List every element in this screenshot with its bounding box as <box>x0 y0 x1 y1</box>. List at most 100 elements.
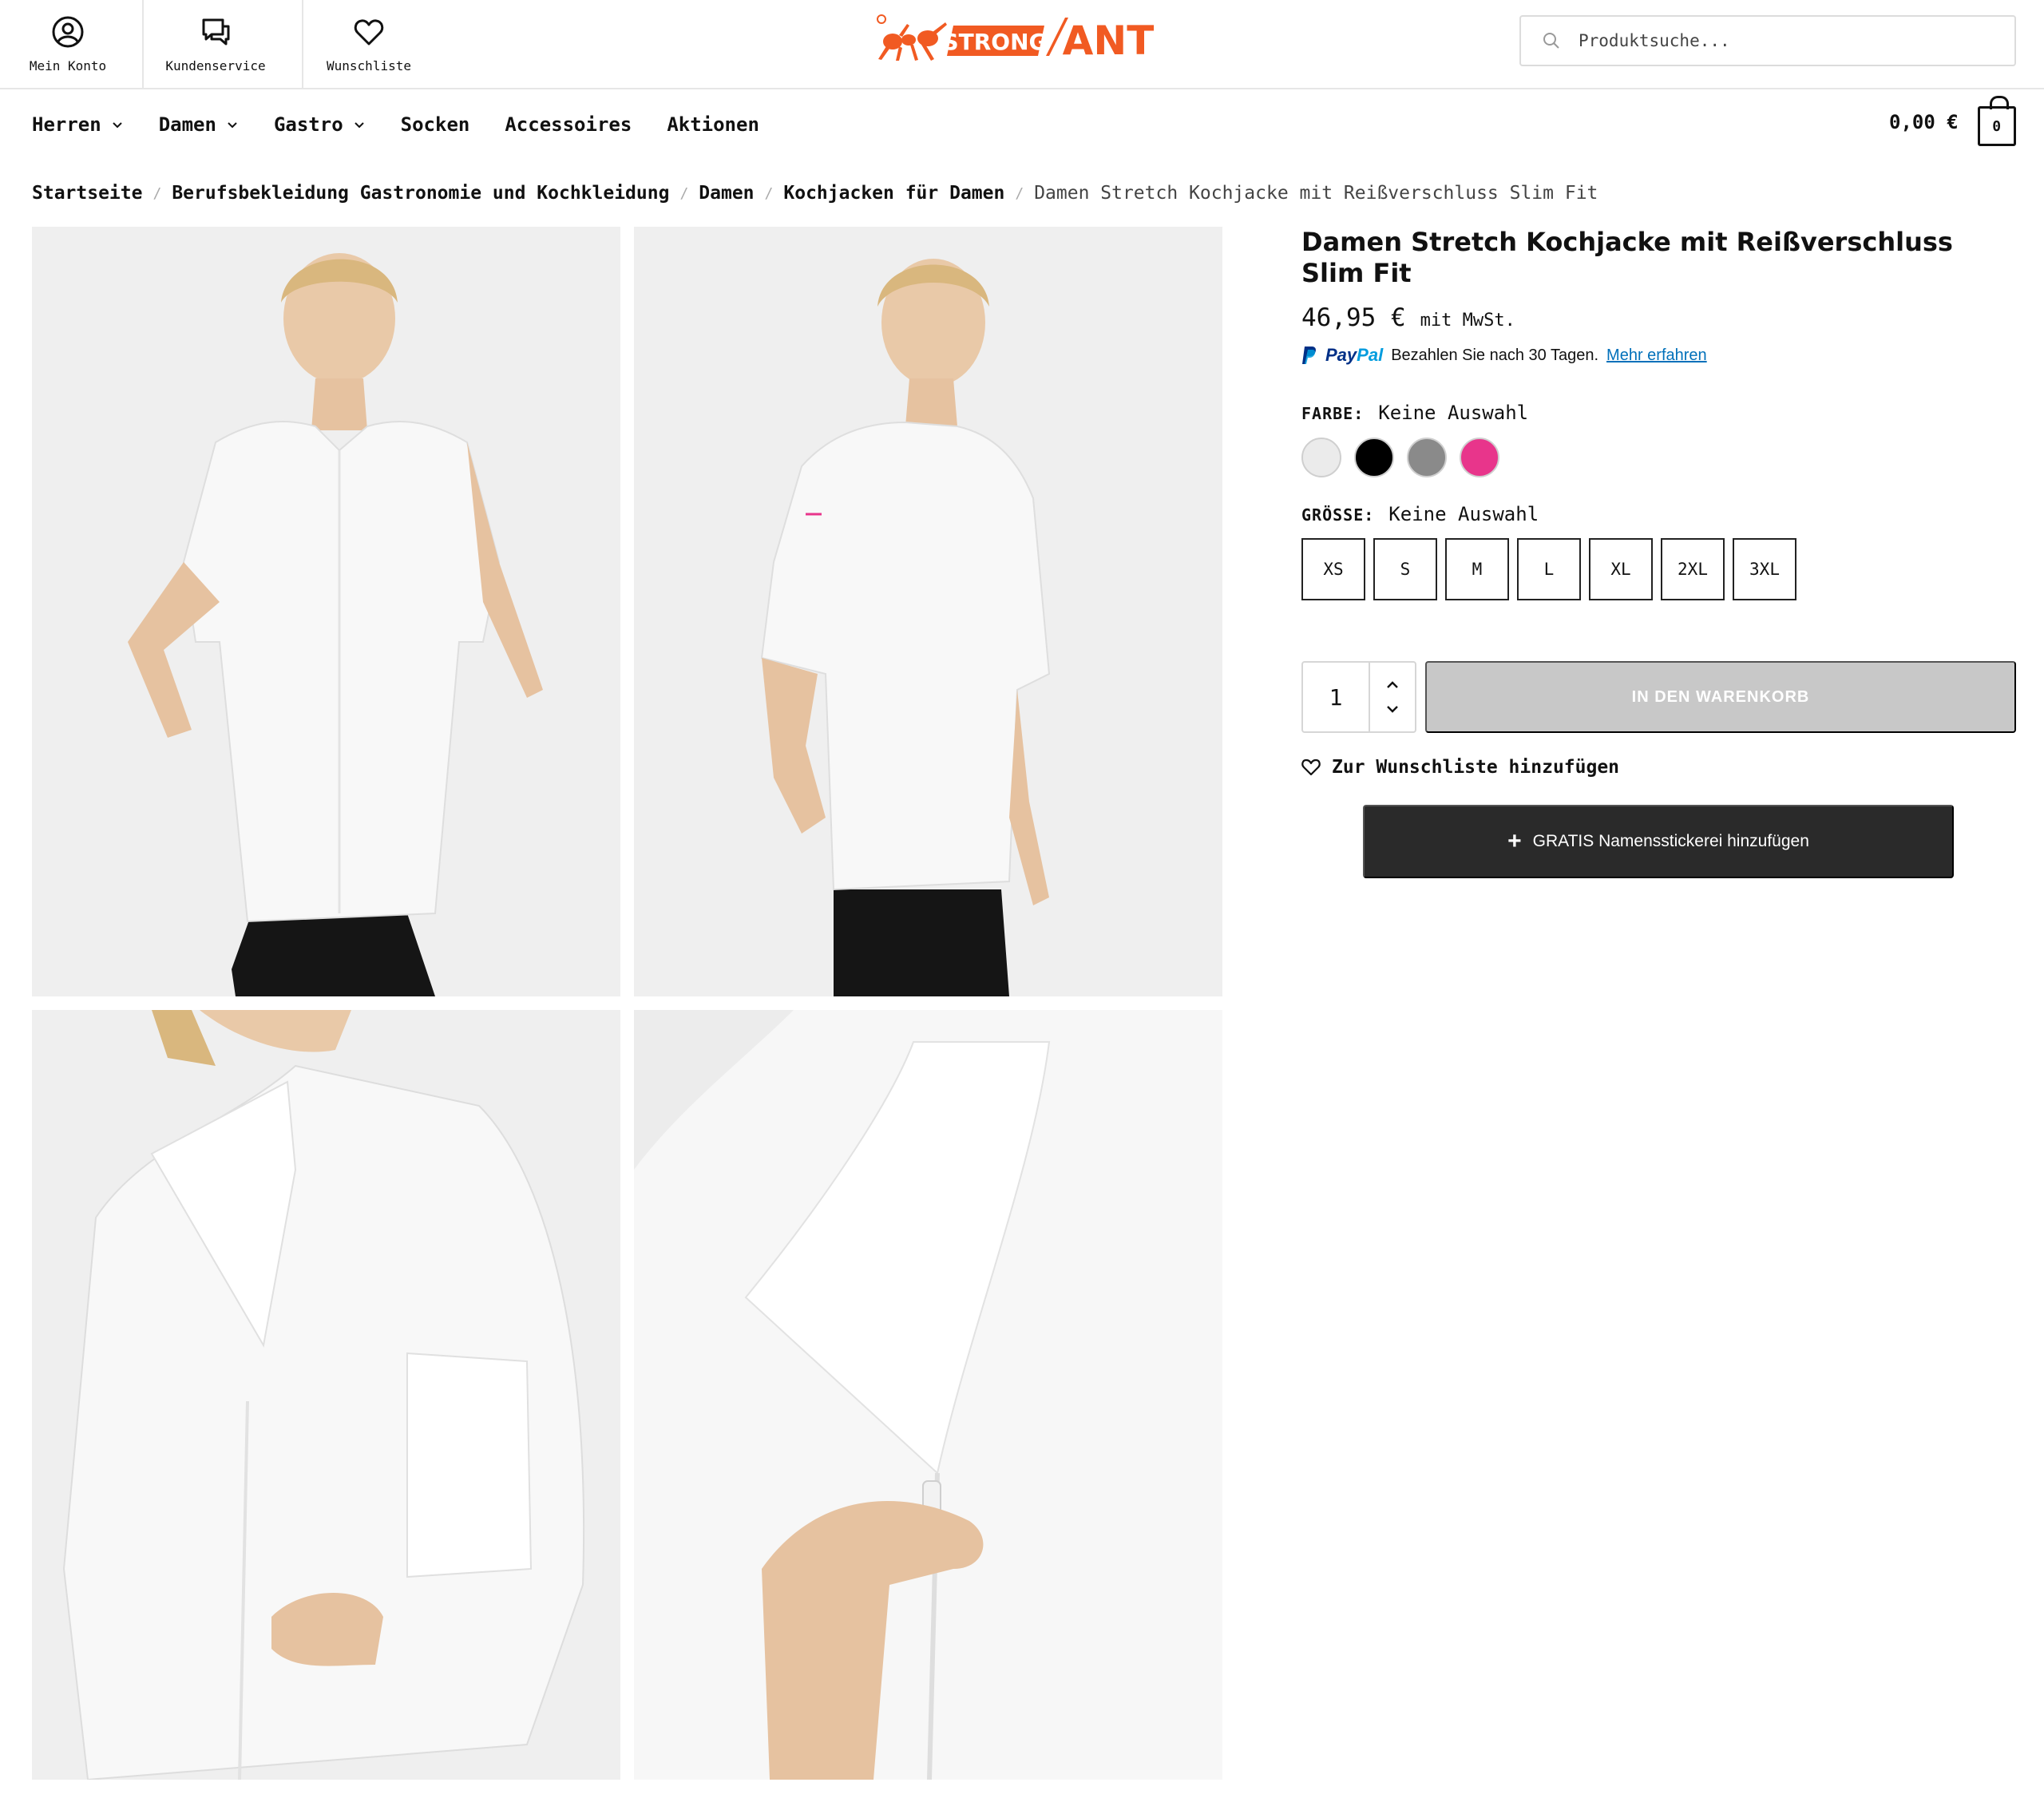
product-price: 46,95 € mit MwSt. <box>1301 303 1515 332</box>
cart-total: 0,00 € <box>1889 111 1959 133</box>
collar-closeup-photo <box>32 1010 620 1780</box>
tax-note: mit MwSt. <box>1420 311 1515 331</box>
customer-service-link[interactable]: Kundenservice <box>156 0 275 88</box>
nav-item-label: Damen <box>158 113 216 136</box>
add-to-wishlist-link[interactable]: Zur Wunschliste hinzufügen <box>1301 757 1619 778</box>
size-option-3xl[interactable]: 3XL <box>1733 538 1796 600</box>
color-selection: Keine Auswahl <box>1378 402 1529 424</box>
search-icon <box>1543 33 1559 49</box>
side-view-photo <box>634 227 1222 996</box>
quantity-arrows <box>1370 663 1415 731</box>
cart-bag-icon: 0 <box>1977 96 2016 146</box>
size-option-xl[interactable]: XL <box>1589 538 1653 600</box>
add-embroidery-button[interactable]: + GRATIS Namensstickerei hinzufügen <box>1363 805 1954 878</box>
product-title: Damen Stretch Kochjacke mit Reißverschlu… <box>1301 227 1953 288</box>
breadcrumb-separator: / <box>1015 184 1024 202</box>
chat-bubbles-icon <box>202 18 230 45</box>
header-divider <box>142 0 144 88</box>
search-input[interactable] <box>1579 31 1994 50</box>
swatch-black[interactable] <box>1354 438 1394 477</box>
color-swatches <box>1301 438 1499 477</box>
size-option-l[interactable]: L <box>1517 538 1581 600</box>
chevron-down-icon <box>112 122 122 129</box>
header-divider <box>302 0 303 88</box>
nav-item-gastro[interactable]: Gastro <box>274 113 366 136</box>
breadcrumb-link-kochjacken[interactable]: Kochjacken für Damen <box>783 183 1004 204</box>
front-view-photo <box>32 227 620 996</box>
strongant-logo-graphic: STRONG ANT <box>877 14 1155 64</box>
nav-item-accessoires[interactable]: Accessoires <box>505 113 632 136</box>
breadcrumb-link-gastronomie[interactable]: Berufsbekleidung Gastronomie und Kochkle… <box>172 183 669 204</box>
breadcrumb-separator: / <box>764 184 774 202</box>
swatch-pink[interactable] <box>1460 438 1499 477</box>
product-photo-collar[interactable] <box>32 1010 620 1780</box>
heart-icon <box>354 18 384 45</box>
paypal-learn-more-link[interactable]: Mehr erfahren <box>1606 347 1707 365</box>
add-embroidery-label: GRATIS Namensstickerei hinzufügen <box>1532 832 1809 850</box>
heart-icon <box>1301 758 1321 776</box>
my-account-link[interactable]: Mein Konto <box>24 0 112 88</box>
top-header: Mein Konto Kundenservice Wunschliste STR… <box>0 0 2044 89</box>
size-option-m[interactable]: M <box>1445 538 1509 600</box>
nav-item-aktionen[interactable]: Aktionen <box>667 113 759 136</box>
size-options: XS S M L XL 2XL 3XL <box>1301 538 1796 600</box>
wishlist-link[interactable]: Wunschliste <box>319 0 418 88</box>
customer-service-label: Kundenservice <box>165 57 266 73</box>
paypal-icon <box>1302 347 1316 364</box>
breadcrumb-separator: / <box>679 184 689 202</box>
swatch-grey[interactable] <box>1407 438 1447 477</box>
price-amount: 46,95 € <box>1301 303 1406 332</box>
user-circle-icon <box>52 16 84 47</box>
product-page: Mein Konto Kundenservice Wunschliste STR… <box>0 0 2044 1810</box>
product-search[interactable] <box>1519 15 2016 66</box>
size-option-s[interactable]: S <box>1373 538 1437 600</box>
paypal-message: PayPal Bezahlen Sie nach 30 Tagen. Mehr … <box>1301 345 1707 366</box>
breadcrumb-link-startseite[interactable]: Startseite <box>32 183 142 204</box>
breadcrumb-link-damen[interactable]: Damen <box>699 183 754 204</box>
svg-text:STRONG: STRONG <box>942 29 1047 55</box>
nav-item-label: Gastro <box>273 113 343 136</box>
nav-item-damen[interactable]: Damen <box>159 113 239 136</box>
size-option-xs[interactable]: XS <box>1301 538 1365 600</box>
plus-icon: + <box>1507 828 1522 854</box>
product-photo-side[interactable] <box>634 227 1222 996</box>
mini-cart[interactable]: 0,00 € 0 <box>1889 96 2016 146</box>
main-nav: Herren Damen Gastro Socken Accessoires A… <box>32 109 759 141</box>
strongant-logo[interactable]: STRONG ANT <box>875 14 1172 64</box>
size-label-row: GRÖSSE: Keine Auswahl <box>1301 503 1539 525</box>
quantity-value[interactable]: 1 <box>1303 663 1370 731</box>
my-account-label: Mein Konto <box>29 57 107 73</box>
nav-item-label: Socken <box>400 113 470 136</box>
swatch-white[interactable] <box>1301 438 1341 477</box>
paypal-brand-pay: Pay <box>1325 345 1357 365</box>
svg-text:ANT: ANT <box>1063 18 1155 64</box>
nav-item-label: Herren <box>32 113 101 136</box>
color-label: FARBE: <box>1301 404 1365 423</box>
wishlist-label: Wunschliste <box>327 57 411 73</box>
nav-item-socken[interactable]: Socken <box>401 113 470 136</box>
chevron-down-icon <box>354 122 364 129</box>
chevron-down-icon[interactable] <box>1385 704 1400 714</box>
chevron-up-icon[interactable] <box>1385 680 1400 690</box>
nav-item-herren[interactable]: Herren <box>32 113 124 136</box>
quantity-stepper[interactable]: 1 <box>1301 661 1416 733</box>
nav-item-label: Aktionen <box>667 113 759 136</box>
zipper-closeup-photo <box>634 1010 1222 1780</box>
nav-item-label: Accessoires <box>505 113 632 136</box>
color-label-row: FARBE: Keine Auswahl <box>1301 402 1528 424</box>
product-photo-zipper[interactable] <box>634 1010 1222 1780</box>
cart-count: 0 <box>1992 117 2002 135</box>
breadcrumb-separator: / <box>153 184 162 202</box>
paypal-text: Bezahlen Sie nach 30 Tagen. <box>1391 346 1599 364</box>
chevron-down-icon <box>228 122 237 129</box>
breadcrumb-current: Damen Stretch Kochjacke mit Reißverschlu… <box>1034 183 1598 204</box>
size-option-2xl[interactable]: 2XL <box>1661 538 1725 600</box>
product-photo-front[interactable] <box>32 227 620 996</box>
size-selection: Keine Auswahl <box>1388 503 1539 525</box>
add-to-cart-button[interactable]: IN DEN WARENKORB <box>1425 661 2016 733</box>
breadcrumb: Startseite / Berufsbekleidung Gastronomi… <box>32 180 1598 206</box>
paypal-brand-pal: Pal <box>1357 345 1384 365</box>
paypal-brand: PayPal <box>1325 345 1383 366</box>
size-label: GRÖSSE: <box>1301 505 1375 525</box>
add-to-wishlist-label: Zur Wunschliste hinzufügen <box>1332 757 1620 778</box>
